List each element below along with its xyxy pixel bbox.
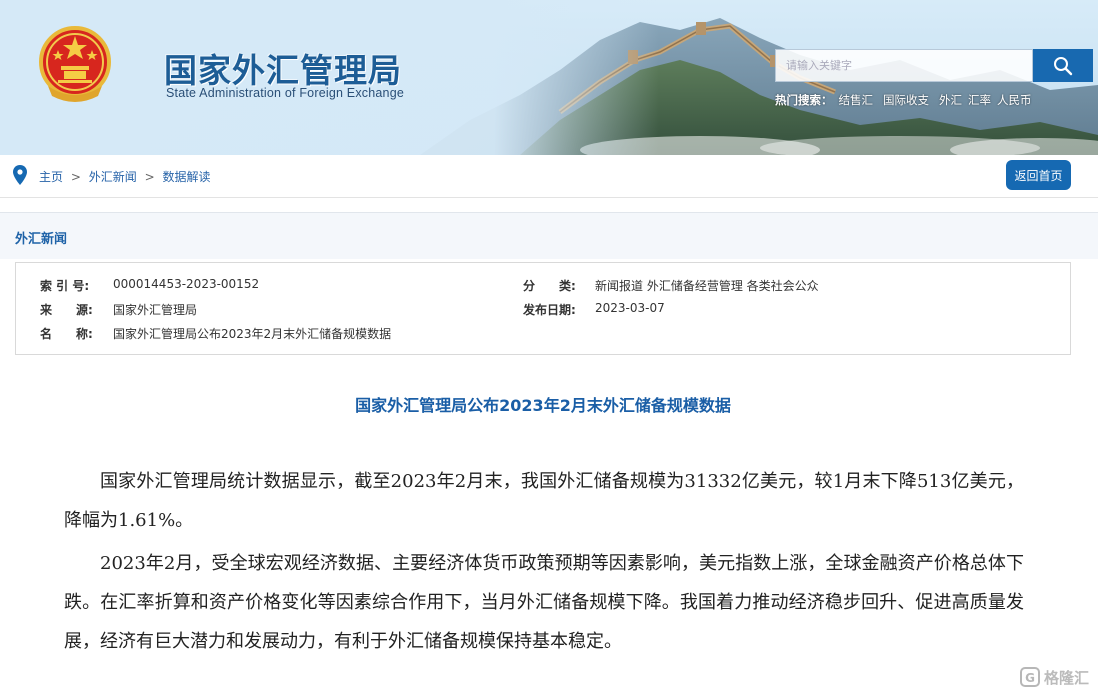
search-box	[775, 49, 1033, 82]
search-button[interactable]	[1033, 49, 1093, 82]
meta-source-value: 国家外汇管理局	[113, 303, 198, 317]
meta-date-value: 2023-03-07	[595, 301, 665, 315]
article-title: 国家外汇管理局公布2023年2月末外汇储备规模数据	[355, 396, 731, 415]
watermark-logo-icon: G	[1020, 667, 1040, 687]
return-home-button[interactable]: 返回首页	[1006, 160, 1071, 190]
breadcrumb-news[interactable]: 外汇新闻	[89, 170, 137, 184]
breadcrumb-data-analysis[interactable]: 数据解读	[162, 170, 210, 184]
meta-name-label: 名 称:	[40, 327, 93, 341]
hot-search: 热门搜索： 结售汇 国际收支 外汇 汇率 人民币	[775, 92, 1042, 108]
article-body: 国家外汇管理局统计数据显示，截至2023年2月末，我国外汇储备规模为31332亿…	[64, 462, 1024, 665]
breadcrumb: 主页 > 外汇新闻 > 数据解读	[39, 168, 210, 185]
breadcrumb-separator: >	[144, 170, 155, 184]
section-title: 外汇新闻	[15, 232, 68, 247]
section-header: 外汇新闻	[0, 212, 1098, 259]
article-paragraph: 国家外汇管理局统计数据显示，截至2023年2月末，我国外汇储备规模为31332亿…	[64, 471, 1024, 531]
svg-text:G: G	[1025, 671, 1035, 685]
breadcrumb-home[interactable]: 主页	[39, 170, 63, 184]
meta-index-label: 索 引 号:	[40, 279, 90, 293]
location-pin-icon	[13, 165, 27, 185]
watermark: G 格隆汇	[1020, 666, 1089, 688]
site-subtitle: State Administration of Foreign Exchange	[166, 86, 404, 100]
meta-index-value: 000014453-2023-00152	[113, 277, 260, 291]
breadcrumb-bar: 主页 > 外汇新闻 > 数据解读	[0, 155, 1098, 198]
document-meta-box: 索 引 号: 000014453-2023-00152 来 源: 国家外汇管理局…	[15, 262, 1071, 355]
hot-link-huilv[interactable]: 汇率	[968, 92, 991, 108]
meta-name-value: 国家外汇管理局公布2023年2月末外汇储备规模数据	[113, 327, 392, 341]
hot-link-guojishouzhi[interactable]: 国际收支	[883, 92, 929, 108]
header-banner: 国家外汇管理局 State Administration of Foreign …	[0, 0, 1098, 155]
hot-link-renminbi[interactable]: 人民币	[997, 92, 1032, 108]
meta-category-label: 分 类:	[523, 279, 576, 293]
meta-date-label: 发布日期:	[523, 303, 576, 317]
breadcrumb-separator: >	[70, 170, 81, 184]
site-title: 国家外汇管理局	[164, 51, 402, 90]
national-emblem-icon	[39, 26, 111, 102]
article-paragraph: 2023年2月，受全球宏观经济数据、主要经济体货币政策预期等因素影响，美元指数上…	[64, 553, 1024, 652]
meta-source-label: 来 源:	[40, 303, 93, 317]
meta-category-value: 新闻报道 外汇储备经营管理 各类社会公众	[595, 279, 819, 293]
hot-link-waihui[interactable]: 外汇	[939, 92, 962, 108]
hot-search-label: 热门搜索：	[775, 93, 833, 107]
watermark-text: 格隆汇	[1044, 668, 1090, 687]
hot-link-jieshouhui[interactable]: 结售汇	[839, 92, 874, 108]
search-icon	[1054, 56, 1073, 75]
search-input[interactable]	[776, 50, 1032, 81]
